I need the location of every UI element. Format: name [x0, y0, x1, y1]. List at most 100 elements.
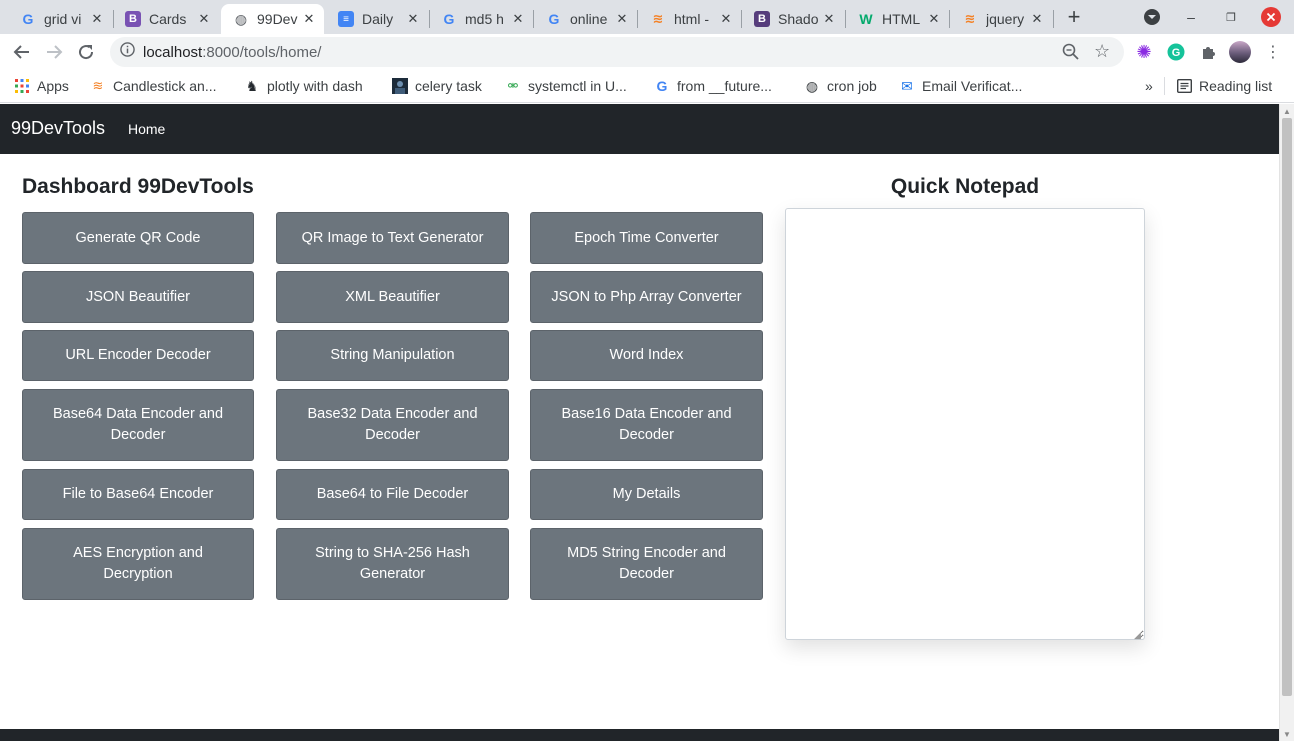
bookmark-label: Apps: [37, 78, 69, 94]
bookmark-item[interactable]: ♞ plotly with dash: [244, 76, 363, 96]
bookmark-label: from __future...: [677, 78, 772, 94]
bookmark-item[interactable]: ◍ cron job: [804, 76, 877, 96]
tool-button-sha256[interactable]: String to SHA-256 Hash Generator: [276, 528, 509, 600]
tool-button-md5[interactable]: MD5 String Encoder and Decoder: [530, 528, 763, 600]
browser-tab[interactable]: W HTML ✕: [846, 4, 949, 34]
tool-button-url-encoder[interactable]: URL Encoder Decoder: [22, 330, 254, 381]
url-text: localhost:8000/tools/home/: [143, 44, 321, 61]
bookmark-star-icon[interactable]: ☆: [1094, 41, 1110, 62]
close-icon[interactable]: ✕: [90, 11, 104, 27]
back-icon[interactable]: [10, 40, 34, 64]
browser-tab-active[interactable]: ◍ 99Dev ✕: [221, 4, 324, 34]
tool-button-json-to-php[interactable]: JSON to Php Array Converter: [530, 271, 763, 323]
browser-tab[interactable]: ≡ Daily ✕: [326, 4, 428, 34]
address-bar[interactable]: localhost:8000/tools/home/ ☆: [110, 37, 1124, 67]
bookmark-item[interactable]: ⚮ systemctl in U...: [505, 76, 627, 96]
resize-grip-icon[interactable]: ◢: [1134, 630, 1141, 641]
tool-button-word-index[interactable]: Word Index: [530, 330, 763, 381]
browser-tab[interactable]: ≋ html - ✕: [638, 4, 741, 34]
tab-title: Cards: [149, 11, 187, 27]
site-brand[interactable]: 99DevTools: [11, 118, 105, 139]
tool-button-qr-to-text[interactable]: QR Image to Text Generator: [276, 212, 509, 264]
tab-title: online: [570, 11, 608, 27]
svg-text:G: G: [1172, 47, 1181, 59]
github-icon: ♞: [245, 77, 259, 94]
stackoverflow-icon: ≋: [964, 11, 976, 26]
tool-button-base64[interactable]: Base64 Data Encoder and Decoder: [22, 389, 254, 461]
tool-button-aes[interactable]: AES Encryption and Decryption: [22, 528, 254, 600]
profile-avatar[interactable]: [1229, 41, 1251, 63]
tool-button-base64-to-file[interactable]: Base64 to File Decoder: [276, 469, 509, 520]
window-close-icon[interactable]: [1260, 6, 1282, 28]
url-host: localhost: [143, 43, 203, 61]
apps-grid-icon: [14, 78, 30, 94]
browser-tab[interactable]: B Shado ✕: [742, 4, 844, 34]
scroll-down-icon[interactable]: ▼: [1283, 730, 1291, 739]
extension-sparkle-icon[interactable]: ✺: [1134, 42, 1154, 62]
bookmark-apps[interactable]: Apps: [14, 76, 69, 96]
tool-button-string-manipulation[interactable]: String Manipulation: [276, 330, 509, 381]
close-icon[interactable]: ✕: [822, 11, 836, 27]
forward-icon[interactable]: [42, 40, 66, 64]
notepad-textarea[interactable]: [785, 208, 1145, 640]
more-bookmarks-icon[interactable]: »: [1145, 76, 1153, 96]
browser-tab[interactable]: B Cards ✕: [113, 4, 219, 34]
bookmark-item[interactable]: ≋ Candlestick an...: [90, 76, 217, 96]
reload-icon[interactable]: [74, 40, 98, 64]
tool-button-json-beautifier[interactable]: JSON Beautifier: [22, 271, 254, 323]
browser-toolbar: localhost:8000/tools/home/ ☆ ✺ G ⋮: [0, 34, 1294, 70]
close-icon[interactable]: ✕: [719, 11, 733, 27]
close-icon[interactable]: ✕: [197, 11, 211, 27]
globe-icon: ◍: [805, 77, 819, 94]
close-icon[interactable]: ✕: [1030, 11, 1044, 27]
tool-button-base32[interactable]: Base32 Data Encoder and Decoder: [276, 389, 509, 461]
scroll-up-icon[interactable]: ▲: [1283, 107, 1291, 116]
tool-button-epoch-converter[interactable]: Epoch Time Converter: [530, 212, 763, 264]
browser-tab[interactable]: G md5 h ✕: [429, 4, 533, 34]
page-scrollbar[interactable]: ▲ ▼: [1279, 104, 1294, 741]
grammarly-icon[interactable]: G: [1166, 42, 1186, 62]
bookmark-item[interactable]: ✉ Email Verificat...: [899, 76, 1022, 96]
stackoverflow-icon: ≋: [92, 78, 104, 93]
google-icon: G: [443, 11, 455, 27]
reading-list[interactable]: Reading list: [1176, 76, 1272, 96]
mail-icon: ✉: [901, 77, 913, 94]
extensions-puzzle-icon[interactable]: [1198, 42, 1218, 62]
bookmark-divider: [1164, 77, 1165, 95]
google-icon: G: [22, 11, 34, 27]
browser-tab[interactable]: ≋ jquery ✕: [950, 4, 1052, 34]
minimize-icon[interactable]: –: [1180, 6, 1202, 28]
site-navbar: 99DevTools Home: [0, 104, 1279, 154]
close-icon[interactable]: ✕: [511, 11, 525, 27]
zoom-icon[interactable]: [1062, 43, 1079, 65]
maximize-icon[interactable]: ❐: [1220, 6, 1242, 28]
new-tab-icon[interactable]: +: [1063, 4, 1085, 29]
browser-tab[interactable]: G grid vi ✕: [8, 4, 112, 34]
browser-tab[interactable]: G online ✕: [534, 4, 637, 34]
close-icon[interactable]: ✕: [927, 11, 941, 27]
nav-home-link[interactable]: Home: [128, 121, 165, 137]
bookmark-label: celery task: [415, 78, 482, 94]
bookmark-item[interactable]: G from __future...: [654, 76, 772, 96]
bookmark-item[interactable]: celery task: [392, 76, 482, 96]
tab-search-icon[interactable]: [1141, 6, 1163, 28]
tool-button-xml-beautifier[interactable]: XML Beautifier: [276, 271, 509, 323]
notepad-title: Quick Notepad: [890, 175, 1040, 198]
reading-list-label: Reading list: [1199, 78, 1273, 94]
tool-button-base16[interactable]: Base16 Data Encoder and Decoder: [530, 389, 763, 461]
tool-button-file-to-base64[interactable]: File to Base64 Encoder: [22, 469, 254, 520]
menu-kebab-icon[interactable]: ⋮: [1263, 42, 1283, 62]
docs-icon: ≡: [338, 11, 354, 27]
tool-button-qr-code[interactable]: Generate QR Code: [22, 212, 254, 264]
site-footer: [0, 729, 1279, 741]
close-icon[interactable]: ✕: [406, 11, 420, 27]
tool-button-my-details[interactable]: My Details: [530, 469, 763, 520]
info-icon[interactable]: [120, 42, 135, 62]
close-icon[interactable]: ✕: [302, 11, 316, 27]
reading-list-icon: [1176, 78, 1192, 94]
close-icon[interactable]: ✕: [615, 11, 629, 27]
bookmark-label: cron job: [827, 78, 877, 94]
scroll-thumb[interactable]: [1282, 118, 1292, 696]
tab-title: md5 h: [465, 11, 504, 27]
bookmarks-bar: Apps ≋ Candlestick an... ♞ plotly with d…: [0, 70, 1294, 103]
